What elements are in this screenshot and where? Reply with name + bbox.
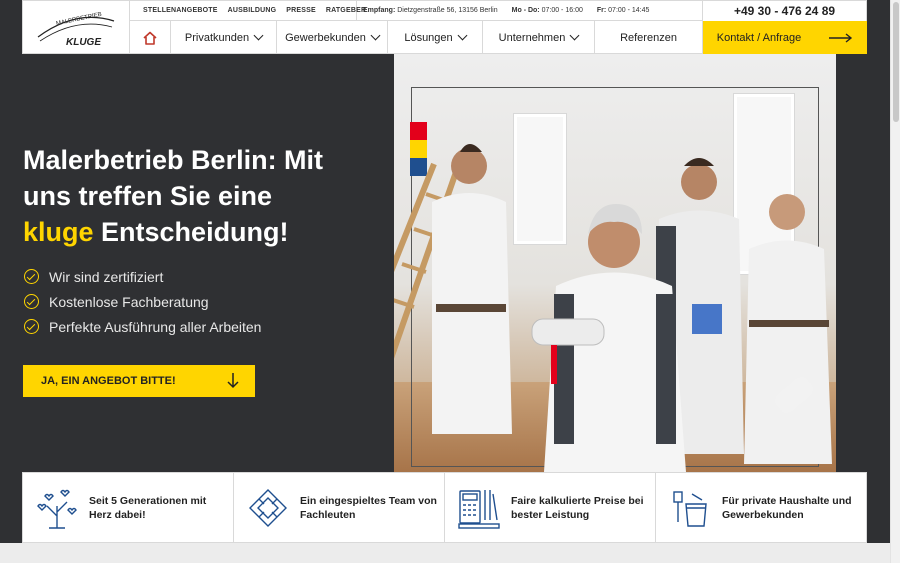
- chevron-down-icon: [370, 30, 381, 41]
- feature-team: Ein eingespieltes Team von Fachleuten: [234, 473, 445, 542]
- hours-friday: Fr: 07:00 - 14:45: [596, 7, 650, 14]
- logo-text-bottom: KLUGE: [66, 37, 101, 48]
- feature-text: Faire kalkulierte Preise bei bester Leist…: [511, 494, 644, 521]
- tree-hearts-icon: [37, 489, 77, 529]
- calculator-tools-icon: [458, 489, 500, 529]
- phone-number[interactable]: +49 30 - 476 24 89: [702, 1, 866, 21]
- check-circle-icon: [24, 269, 39, 284]
- feature-text: Seit 5 Generationen mit Herz dabei!: [89, 494, 207, 521]
- arrow-down-icon: [227, 373, 239, 389]
- feature-text: Ein eingespieltes Team von Fachleuten: [300, 494, 437, 521]
- nav-loesungen[interactable]: Lösungen: [388, 21, 483, 54]
- hero-title: Malerbetrieb Berlin: Mit uns treffen Sie…: [23, 142, 383, 250]
- check-circle-icon: [24, 294, 39, 309]
- top-links: STELLENANGEBOTE AUSBILDUNG PRESSE RATGEB…: [130, 0, 366, 21]
- hours-weekday: Mo - Do: 07:00 - 16:00: [511, 7, 583, 14]
- offer-request-button[interactable]: JA, EIN ANGEBOT BITTE!: [23, 365, 255, 397]
- logo-graphic: MALERBETRIEB KLUGE: [37, 11, 115, 48]
- hero-title-line3: Entscheidung!: [93, 217, 289, 247]
- feature-text: Für private Haushalte und Gewerbekunden: [722, 494, 852, 521]
- scrollbar-thumb[interactable]: [893, 2, 899, 122]
- list-item: Perfekte Ausführung aller Arbeiten: [24, 314, 261, 339]
- nav-unternehmen[interactable]: Unternehmen: [483, 21, 595, 54]
- chevron-down-icon: [253, 30, 264, 41]
- feature-generations: Seit 5 Generationen mit Herz dabei!: [23, 473, 234, 542]
- page-bottom-strip: [0, 543, 890, 563]
- nav-home[interactable]: [130, 21, 171, 54]
- chevron-down-icon: [569, 30, 580, 41]
- top-link-ausbildung[interactable]: AUSBILDUNG: [228, 7, 277, 14]
- nav-label: Privatkunden: [184, 31, 250, 44]
- contact-request-label: Kontakt / Anfrage: [716, 31, 802, 44]
- features-bar: Seit 5 Generationen mit Herz dabei! Ein e…: [22, 472, 867, 543]
- list-item: Wir sind zertifiziert: [24, 264, 261, 289]
- home-icon: [143, 31, 157, 45]
- arrow-right-icon: [829, 32, 853, 43]
- site-header: MALERBETRIEB KLUGE STELLENANGEBOTE AUSBI…: [22, 0, 867, 54]
- feature-prices: Faire kalkulierte Preise bei bester Leist…: [445, 473, 656, 542]
- painters-group-illustration: [394, 144, 832, 472]
- team-hands-icon: [249, 488, 287, 527]
- hero-text: Malerbetrieb Berlin: Mit uns treffen Sie…: [23, 142, 383, 250]
- nav-referenzen[interactable]: Referenzen: [595, 21, 703, 54]
- list-item: Kostenlose Fachberatung: [24, 289, 261, 314]
- address-text: Empfang: Dietzgenstraße 56, 13156 Berlin: [363, 7, 498, 14]
- nav-label: Lösungen: [404, 31, 453, 44]
- main-nav: Privatkunden Gewerbekunden Lösungen Unte…: [130, 21, 867, 54]
- hero-title-highlight: kluge: [23, 217, 94, 247]
- nav-label: Unternehmen: [498, 31, 566, 44]
- nav-gewerbekunden[interactable]: Gewerbekunden: [277, 21, 388, 54]
- nav-label: Gewerbekunden: [285, 31, 366, 44]
- chevron-down-icon: [457, 30, 468, 41]
- top-link-presse[interactable]: PRESSE: [286, 7, 316, 14]
- check-circle-icon: [24, 319, 39, 334]
- top-link-stellenangebote[interactable]: STELLENANGEBOTE: [143, 7, 218, 14]
- logo[interactable]: MALERBETRIEB KLUGE: [23, 1, 130, 54]
- paint-bucket-icon: [673, 490, 707, 527]
- nav-label: Referenzen: [620, 31, 677, 44]
- contact-info: Empfang: Dietzgenstraße 56, 13156 Berlin…: [357, 1, 649, 21]
- offer-request-label: JA, EIN ANGEBOT BITTE!: [41, 375, 176, 387]
- benefits-list: Wir sind zertifiziert Kostenlose Fachber…: [24, 264, 261, 339]
- nav-privatkunden[interactable]: Privatkunden: [171, 21, 277, 54]
- feature-customers: Für private Haushalte und Gewerbekunden: [656, 473, 866, 542]
- page-scrollbar[interactable]: [890, 0, 900, 563]
- hero-title-line2: uns treffen Sie eine: [23, 181, 273, 211]
- hero-photo: [394, 54, 836, 472]
- hero-title-line1: Malerbetrieb Berlin: Mit: [23, 145, 324, 175]
- contact-request-button[interactable]: Kontakt / Anfrage: [703, 21, 867, 54]
